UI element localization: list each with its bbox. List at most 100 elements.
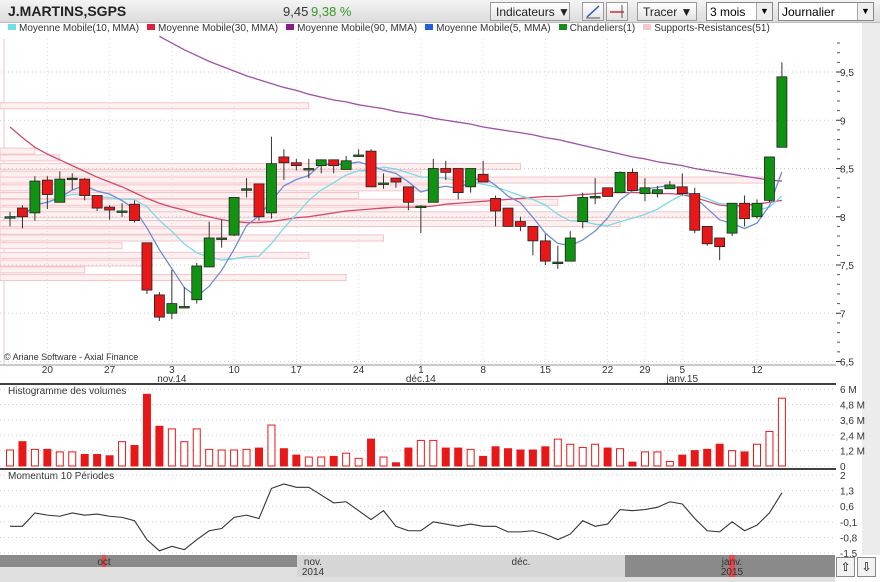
support-resistance-band <box>0 220 621 228</box>
candle-body-up <box>228 197 240 236</box>
candle-body-up <box>4 216 16 219</box>
navigator-window[interactable] <box>297 555 625 577</box>
zoom-in-button[interactable]: ⇧ <box>836 557 855 577</box>
support-resistance-band <box>0 234 384 242</box>
candle-body-down <box>365 150 377 188</box>
candle-body-down <box>701 225 713 245</box>
volume-bar <box>43 448 52 467</box>
date-label: 22 <box>602 365 614 376</box>
volume-bar <box>18 441 27 467</box>
volume-bar <box>304 456 313 467</box>
volume-bar <box>591 443 600 467</box>
candle-body-up <box>116 210 128 213</box>
volume-bar <box>279 448 288 467</box>
volume-bar <box>516 449 525 467</box>
candle <box>253 183 265 221</box>
candle-body-down <box>477 173 489 183</box>
candle-body-down <box>390 177 402 183</box>
volume-bar <box>68 451 77 467</box>
volume-bar <box>441 447 450 467</box>
date-navigator[interactable] <box>0 555 835 582</box>
date-label: 20 <box>42 365 54 376</box>
legend-swatch <box>8 24 16 30</box>
candle <box>602 187 613 197</box>
volume-bar <box>142 393 151 467</box>
candle-body-up <box>241 188 252 191</box>
volume-bar <box>367 438 376 467</box>
legend-swatch <box>147 24 156 30</box>
volume-bar <box>665 461 674 467</box>
momentum-tick-label: -0,1 <box>840 518 858 529</box>
candle-body-down <box>141 242 153 291</box>
candle-body-down <box>502 207 514 227</box>
candle-body-up <box>776 76 788 148</box>
momentum-tick-label: 1,3 <box>840 487 854 498</box>
volume-bar <box>230 449 239 467</box>
volume-bar <box>740 451 749 467</box>
volume-tick-label: 2,4 M <box>840 431 865 442</box>
volume-tick-label: 1,2 M <box>840 447 865 458</box>
candle-body-up <box>564 237 576 262</box>
volume-bar <box>93 453 102 467</box>
candle-body-up <box>166 303 178 314</box>
candle <box>141 242 153 294</box>
volume-bar <box>777 397 786 467</box>
volume-bar <box>479 455 488 467</box>
volume-bar <box>454 447 463 467</box>
legend-swatch <box>558 24 567 30</box>
date-label: 12 <box>751 365 763 376</box>
candle-body-down <box>602 187 613 197</box>
volume-bar <box>728 450 737 467</box>
volume-title: Histogramme des volumes <box>8 386 126 397</box>
candle-body-down <box>153 294 165 318</box>
candle-body-up <box>764 156 775 201</box>
volume-bar <box>80 453 89 467</box>
candle-body-up <box>315 159 327 167</box>
candle-body-up <box>203 237 215 268</box>
stock-chart[interactable]: 9,5 9 8,5 8 7,5 7 6,520 27 3nov.1410 17 24 1d… <box>0 0 880 582</box>
candle-body-down <box>278 156 290 164</box>
legend-label: Moyenne Mobile(90, MMA) <box>297 23 418 34</box>
volume-bar <box>242 448 251 467</box>
volume-bar <box>205 448 214 467</box>
volume-bar <box>566 443 575 467</box>
legend-label: Moyenne Mobile(5, MMA) <box>436 23 551 34</box>
volume-bar <box>167 428 176 467</box>
support-resistance-band <box>0 147 36 155</box>
volume-bar <box>155 425 164 467</box>
volume-bar <box>255 447 263 467</box>
legend-label: Supports-Resistances(51) <box>654 23 770 34</box>
volume-bar <box>105 455 114 467</box>
price-tick-label: 9 <box>840 116 846 127</box>
volume-bar <box>329 455 338 467</box>
volume-bar <box>130 445 139 467</box>
support-resistance-band <box>0 170 422 178</box>
candle-body-up <box>340 160 352 170</box>
candle-body-down <box>627 171 638 192</box>
volume-bar <box>603 447 612 467</box>
candle-body-down <box>490 198 501 212</box>
volume-bar <box>628 461 637 467</box>
zoom-out-button[interactable]: ⇩ <box>857 557 876 577</box>
candle <box>764 156 775 203</box>
volume-bar <box>765 430 774 467</box>
candle-body-up <box>664 184 676 190</box>
candle-body-down <box>253 183 265 218</box>
legend-item: Moyenne Mobile(90, MMA) <box>286 23 417 34</box>
date-label: 27 <box>104 365 116 376</box>
volume-bar <box>715 443 724 467</box>
candle-body-down <box>676 186 688 194</box>
momentum-tick-label: 0,6 <box>840 502 854 513</box>
date-label: 17 <box>291 365 303 376</box>
candle-body-up <box>751 202 763 218</box>
volume-bar <box>466 448 475 467</box>
legend-label: Moyenne Mobile(10, MMA) <box>19 23 140 34</box>
candle-body-down <box>452 168 464 194</box>
candle-body-up <box>29 180 41 214</box>
candle-body-up <box>353 154 365 157</box>
legend-item: Moyenne Mobile(30, MMA) <box>147 23 278 34</box>
volume-bar <box>491 446 500 467</box>
candle <box>502 207 514 227</box>
navigator-track-left <box>0 555 297 567</box>
candle-body-up <box>577 197 589 222</box>
